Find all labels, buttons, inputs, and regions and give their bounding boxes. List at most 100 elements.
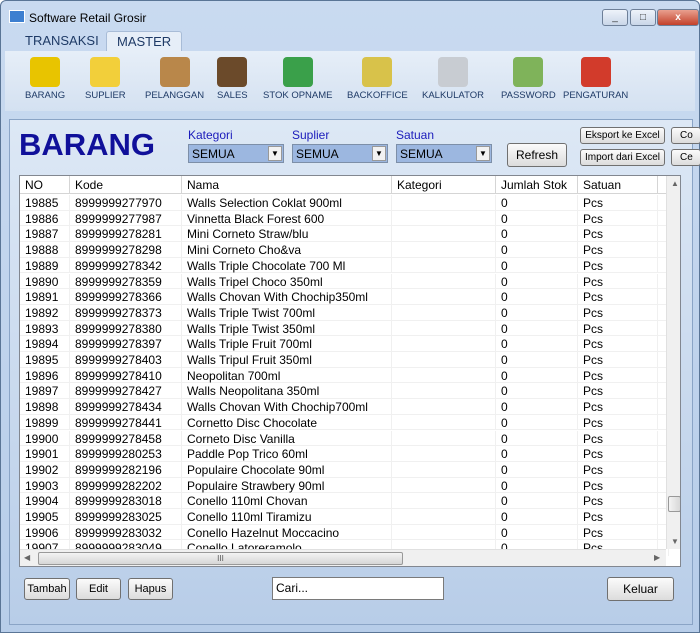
scroll-down-icon[interactable]: ▼	[671, 537, 679, 546]
table-row[interactable]: 19904 8999999283018 Conello 110ml Chovan 0 P…	[20, 493, 669, 509]
table-cell: 8999999283025	[70, 509, 182, 525]
import-excel-button[interactable]: Import dari Excel	[580, 149, 665, 166]
ribbon-button-pengaturan[interactable]: PENGATURAN	[563, 57, 628, 101]
main-window: Software Retail Grosir _ □ x TRANSAKSI M…	[0, 0, 700, 633]
table-cell: Conello Hazelnut Moccacino	[182, 524, 392, 541]
print-button[interactable]: Ce	[671, 149, 700, 166]
table-row[interactable]: 19890 8999999278359 Walls Tripel Choco 350…	[20, 273, 669, 290]
table-row[interactable]: 19887 8999999278281 Mini Corneto Straw/blu…	[20, 226, 669, 243]
satuan-value: SEMUA	[400, 147, 443, 161]
satuan-select[interactable]: SEMUA ▼	[396, 144, 492, 163]
table-cell: 0	[496, 414, 578, 431]
column-header[interactable]: Jumlah Stok	[496, 176, 578, 194]
table-row[interactable]: 19888 8999999278298 Mini Corneto Cho&va 0 Pc…	[20, 242, 669, 258]
column-header[interactable]: Nama	[182, 176, 392, 194]
box-icon	[159, 57, 190, 87]
table-cell: 8999999277987	[70, 210, 182, 227]
chevron-down-icon[interactable]: ▼	[476, 146, 490, 161]
suplier-select[interactable]: SEMUA ▼	[292, 144, 388, 163]
table-row[interactable]: 19889 8999999278342 Walls Triple Chocolate…	[20, 257, 669, 274]
table-cell: 0	[496, 383, 578, 400]
horizontal-scrollbar[interactable]: ◀ III ▶	[20, 549, 666, 566]
table-cell: Walls Tripel Choco 350ml	[182, 273, 392, 290]
tab-transaksi[interactable]: TRANSAKSI	[15, 31, 109, 51]
table-row[interactable]: 19901 8999999280253 Paddle Pop Trico 60ml 0…	[20, 446, 669, 462]
export-excel-button[interactable]: Eksport ke Excel	[580, 127, 665, 144]
table-cell: 0	[496, 304, 578, 321]
chevron-down-icon[interactable]: ▼	[372, 146, 386, 161]
ribbon-button-suplier[interactable]: SUPLIER	[85, 57, 126, 101]
column-header[interactable]: NO	[20, 176, 70, 194]
ribbon-button-stok-opname[interactable]: STOK OPNAME	[263, 57, 333, 101]
maximize-button[interactable]: □	[630, 9, 656, 26]
table-row[interactable]: 19898 8999999278434 Walls Chovan With Choc…	[20, 399, 669, 415]
table-row[interactable]: 19896 8999999278410 Neopolitan 700ml 0 Pcs	[20, 367, 669, 384]
table-cell: Pcs	[578, 352, 658, 368]
vertical-scroll-thumb[interactable]	[668, 496, 680, 512]
refresh-button[interactable]: Refresh	[507, 143, 567, 167]
table-row[interactable]: 19903 8999999282202 Populaire Strawbery 90…	[20, 477, 669, 494]
table-cell: 8999999280253	[70, 446, 182, 462]
close-button[interactable]: x	[657, 9, 699, 26]
table-row[interactable]: 19905 8999999283025 Conello 110ml Tiramizu…	[20, 509, 669, 525]
table-row[interactable]: 19894 8999999278397 Walls Triple Fruit 700…	[20, 336, 669, 352]
ribbon-button-barang[interactable]: BARANG	[25, 57, 65, 101]
column-header[interactable]: Satuan	[578, 176, 658, 194]
table-cell: 8999999282196	[70, 461, 182, 478]
table-cell: 0	[496, 210, 578, 227]
table-cell	[392, 477, 496, 494]
table-cell: Paddle Pop Trico 60ml	[182, 446, 392, 462]
table-row[interactable]: 19892 8999999278373 Walls Triple Twist 700…	[20, 304, 669, 321]
ribbon-button-sales[interactable]: SALES	[217, 57, 248, 101]
table-cell: 19906	[20, 524, 70, 541]
table-cell	[392, 336, 496, 352]
table-row[interactable]: 19886 8999999277987 Vinnetta Black Forest …	[20, 210, 669, 227]
table-cell: 19901	[20, 446, 70, 462]
table-cell: Pcs	[578, 446, 658, 462]
copy-button[interactable]: Co	[671, 127, 700, 144]
scroll-left-icon[interactable]: ◀	[24, 553, 30, 562]
column-header[interactable]: Kategori	[392, 176, 496, 194]
page-title: BARANG	[19, 127, 156, 162]
kategori-select[interactable]: SEMUA ▼	[188, 144, 284, 163]
table-cell	[392, 524, 496, 541]
table-cell: 8999999277970	[70, 195, 182, 211]
table-row[interactable]: 19906 8999999283032 Conello Hazelnut Mocca…	[20, 524, 669, 541]
scroll-up-icon[interactable]: ▲	[671, 179, 679, 188]
table-row[interactable]: 19891 8999999278366 Walls Chovan With Choc…	[20, 289, 669, 305]
tab-master[interactable]: MASTER	[106, 31, 183, 51]
minimize-button[interactable]: _	[602, 9, 628, 26]
table-row[interactable]: 19902 8999999282196 Populaire Chocolate 90…	[20, 461, 669, 478]
table-cell: Cornetto Disc Chocolate	[182, 414, 392, 431]
table-cell: 8999999278458	[70, 430, 182, 447]
ribbon-label: BARANG	[25, 90, 66, 101]
table-cell: Pcs	[578, 226, 658, 243]
edit-button[interactable]: Edit	[76, 578, 121, 600]
chevron-down-icon[interactable]: ▼	[268, 146, 282, 161]
tambah-button[interactable]: Tambah	[24, 578, 70, 600]
table-row[interactable]: 19893 8999999278380 Walls Triple Twist 350…	[20, 320, 669, 337]
ribbon-button-pelanggan[interactable]: PELANGGAN	[145, 57, 204, 101]
scroll-right-icon[interactable]: ▶	[654, 553, 660, 562]
keluar-button[interactable]: Keluar	[607, 577, 674, 601]
table-row[interactable]: 19885 8999999277970 Walls Selection Coklat…	[20, 195, 669, 211]
table-cell: Populaire Strawbery 90ml	[182, 477, 392, 494]
table-cell: 8999999278427	[70, 383, 182, 400]
hapus-button[interactable]: Hapus	[128, 578, 173, 600]
search-input[interactable]: Cari...	[272, 577, 444, 600]
table-row[interactable]: 19895 8999999278403 Walls Tripul Fruit 350…	[20, 352, 669, 368]
table-row[interactable]: 19897 8999999278427 Walls Neopolitana 350m…	[20, 383, 669, 400]
table-cell: Pcs	[578, 242, 658, 258]
table-row[interactable]: 19899 8999999278441 Cornetto Disc Chocolat…	[20, 414, 669, 431]
suplier-label: Suplier	[292, 128, 330, 142]
ribbon-button-backoffice[interactable]: BACKOFFICE	[347, 57, 408, 101]
table-cell: 19889	[20, 257, 70, 274]
table-cell: 19903	[20, 477, 70, 494]
picture-lock-icon	[513, 57, 544, 87]
horizontal-scroll-thumb[interactable]: III	[38, 552, 403, 565]
table-row[interactable]: 19900 8999999278458 Corneto Disc Vanilla 0 P…	[20, 430, 669, 447]
vertical-scrollbar[interactable]: ▲ ▼	[666, 176, 680, 549]
column-header[interactable]: Kode	[70, 176, 182, 194]
ribbon-button-password[interactable]: PASSWORD	[501, 57, 556, 101]
ribbon-button-kalkulator[interactable]: KALKULATOR	[422, 57, 484, 101]
